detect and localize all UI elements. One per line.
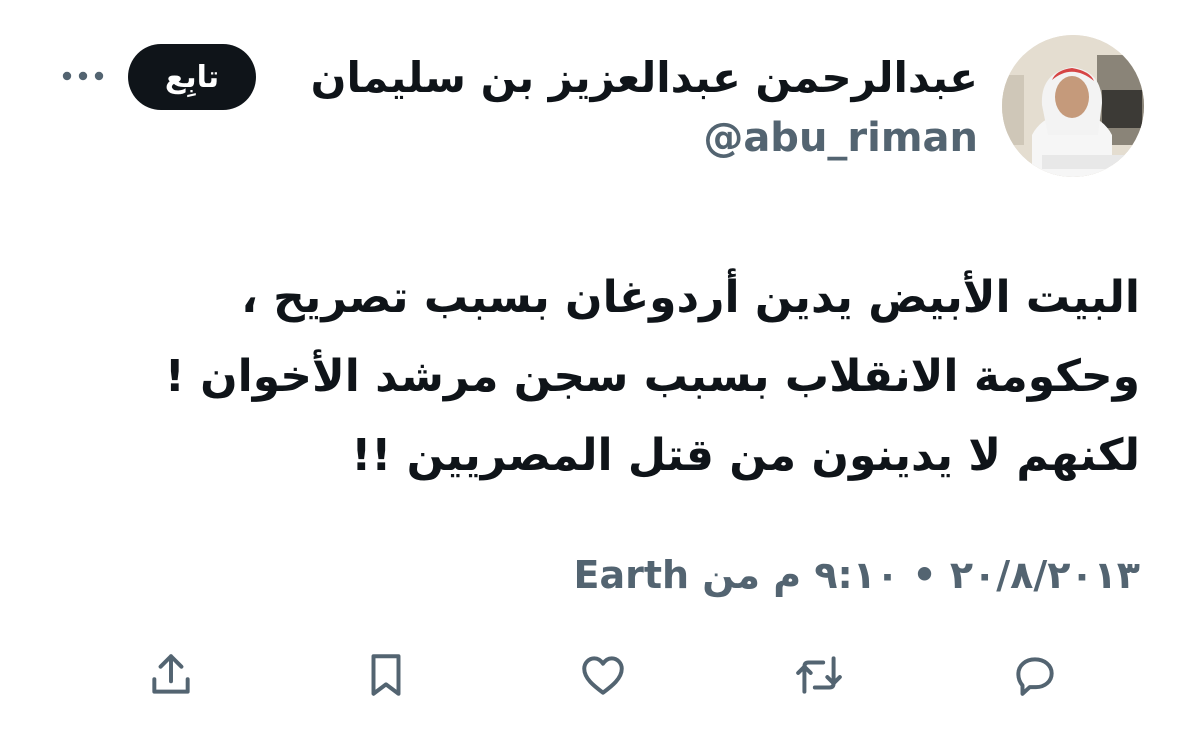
tweet-meta: ٢٠/٨/٢٠١٣ • ٩:١٠ م من Earth	[574, 545, 1141, 605]
author-handle[interactable]: @abu_riman	[703, 110, 978, 166]
tweet-timestamp[interactable]: ٢٠/٨/٢٠١٣ • ٩:١٠ م من	[702, 553, 1140, 597]
bookmark-button[interactable]	[358, 647, 414, 703]
retweet-icon	[796, 656, 842, 694]
tweet-text-line-1: البيت الأبيض يدين أردوغان بسبب تصريح ،	[241, 272, 1140, 323]
tweet: عبدالرحمن عبدالعزيز بن سليمان @abu_riman…	[0, 0, 1200, 746]
profile-photo-icon	[1002, 35, 1144, 177]
bookmark-icon	[371, 654, 401, 696]
tweet-text: البيت الأبيض يدين أردوغان بسبب تصريح ، و…	[40, 258, 1140, 495]
reply-button[interactable]	[1007, 647, 1063, 703]
like-button[interactable]	[575, 647, 631, 703]
author-display-name[interactable]: عبدالرحمن عبدالعزيز بن سليمان	[311, 48, 978, 108]
tweet-text-line-3: لكنهم لا يدينون من قتل المصريين !!	[351, 430, 1140, 481]
tweet-text-line-2: وحكومة الانقلاب بسبب سجن مرشد الأخوان !	[164, 351, 1140, 402]
follow-button-label: تابِع	[164, 59, 220, 95]
tweet-source: Earth	[573, 553, 690, 597]
author-avatar[interactable]	[1002, 35, 1144, 177]
heart-icon	[582, 656, 624, 695]
more-horizontal-icon[interactable]	[60, 66, 106, 86]
follow-button[interactable]: تابِع	[128, 44, 256, 110]
share-icon	[152, 654, 190, 694]
retweet-button[interactable]	[791, 647, 847, 703]
share-button[interactable]	[143, 647, 199, 703]
reply-icon	[1016, 657, 1054, 696]
